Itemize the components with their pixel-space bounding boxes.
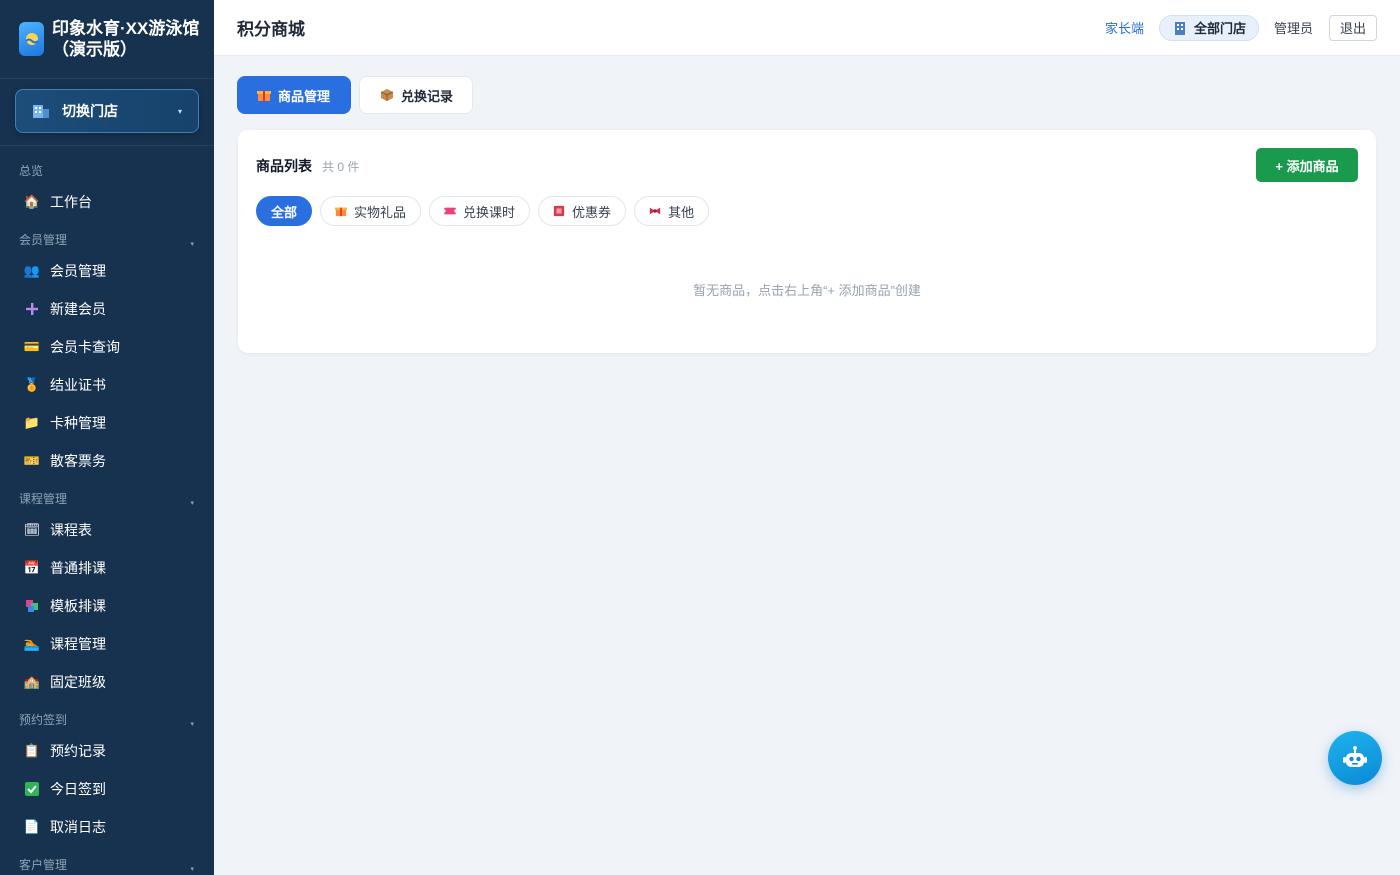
gift-icon [335, 205, 348, 217]
filter-coupons[interactable]: 优惠券 [538, 196, 627, 226]
sidebar-item-timetable[interactable]: 🗓 课程表 [0, 511, 214, 549]
check-icon [24, 781, 40, 797]
tab-redemptions[interactable]: 兑换记录 [359, 76, 473, 114]
product-count: 共 0 件 [322, 160, 360, 174]
building-icon [1174, 21, 1185, 35]
home-icon: 🏠 [23, 194, 41, 209]
ticket-icon: 🎫 [23, 453, 41, 468]
sidebar-nav: 总览 🏠 工作台 会员管理 ▾ 👥 会员管理 新建会员 💳 会员卡查询 🏅 结业证书 📁 卡… [0, 146, 214, 875]
nav-group-members[interactable]: 会员管理 ▾ [0, 221, 214, 252]
chevron-down-icon: ▾ [190, 866, 194, 873]
assistant-bot-button[interactable] [1328, 731, 1382, 785]
sidebar-item-new-member[interactable]: 新建会员 [0, 290, 214, 328]
nav-group-booking[interactable]: 预约签到 ▾ [0, 701, 214, 732]
filter-physical-gifts[interactable]: 实物礼品 [320, 196, 422, 226]
brand-logo-icon [19, 22, 44, 56]
chevron-down-icon: ▾ [177, 106, 182, 116]
sidebar-item-members[interactable]: 👥 会员管理 [0, 252, 214, 290]
coupon-icon [553, 205, 565, 217]
brand-title: 印象水育·XX游泳馆（演示版） [52, 19, 200, 59]
sidebar-item-checkin[interactable]: 今日签到 [0, 770, 214, 808]
medal-icon: 🏅 [23, 377, 41, 392]
plus-icon [24, 301, 40, 317]
nav-group-customers[interactable]: 客户管理 ▾ [0, 846, 214, 875]
members-icon: 👥 [23, 263, 41, 278]
sidebar-item-course-management[interactable]: 🏊 课程管理 [0, 625, 214, 663]
building-icon [33, 105, 49, 118]
user-role: 管理员 [1273, 21, 1313, 36]
store-switch-label: 切换门店 [62, 103, 118, 119]
top-header: 积分商城 家长端 全部门店 管理员 退出 [214, 0, 1400, 56]
sidebar-item-template-scheduling[interactable]: 模板排课 [0, 587, 214, 625]
tab-products[interactable]: 商品管理 [237, 76, 351, 114]
store-switch-button[interactable]: 切换门店 ▾ [15, 89, 199, 133]
chevron-down-icon: ▾ [190, 500, 194, 507]
parent-portal-link[interactable]: 家长端 [1105, 18, 1144, 37]
store-chip-label: 全部门店 [1193, 21, 1246, 36]
template-icon [24, 598, 40, 614]
nav-group-courses[interactable]: 课程管理 ▾ [0, 480, 214, 511]
sidebar-item-card-types[interactable]: 📁 卡种管理 [0, 404, 214, 442]
empty-state-text: 暂无商品，点击右上角“+ 添加商品”创建 [693, 283, 921, 298]
calendar-icon: 🗓 [23, 522, 41, 537]
category-filters: 全部 实物礼品 兑换课时 优惠券 其他 [256, 196, 717, 226]
sidebar-item-tickets[interactable]: 🎫 散客票务 [0, 442, 214, 480]
page-title: 积分商城 [237, 20, 305, 39]
card-title: 商品列表 [256, 158, 312, 174]
logout-button[interactable]: 退出 [1328, 14, 1377, 41]
calendar-grid-icon: 📅 [23, 560, 41, 575]
folder-icon: 📁 [23, 415, 41, 430]
sidebar-item-card-query[interactable]: 💳 会员卡查询 [0, 328, 214, 366]
ticket-icon [442, 205, 458, 217]
package-icon [380, 88, 394, 102]
product-list-card: 商品列表 共 0 件 + 添加商品 全部 实物礼品 兑换课时 优惠券 其他 暂无… [238, 130, 1376, 353]
sidebar-item-dashboard[interactable]: 🏠 工作台 [0, 183, 214, 221]
sidebar-item-fixed-class[interactable]: 🏫 固定班级 [0, 663, 214, 701]
filter-all[interactable]: 全部 [256, 196, 313, 226]
store-filter-chip[interactable]: 全部门店 [1158, 14, 1259, 41]
swim-icon: 🏊 [23, 636, 41, 651]
filter-lesson-hours[interactable]: 兑换课时 [429, 196, 531, 226]
tab-bar: 商品管理 兑换记录 [237, 76, 481, 114]
chevron-down-icon: ▾ [190, 721, 194, 728]
sidebar-item-cancel-log[interactable]: 📄 取消日志 [0, 808, 214, 846]
bow-icon [649, 205, 661, 217]
nav-group-overview: 总览 [19, 164, 44, 178]
robot-icon [1343, 746, 1367, 767]
sidebar-item-certificate[interactable]: 🏅 结业证书 [0, 366, 214, 404]
sidebar-item-bookings[interactable]: 📋 预约记录 [0, 732, 214, 770]
document-icon: 📄 [23, 819, 41, 834]
card-icon: 💳 [23, 339, 41, 354]
chevron-down-icon: ▾ [190, 241, 194, 248]
add-product-button[interactable]: + 添加商品 [1256, 148, 1358, 182]
clipboard-icon: 📋 [23, 743, 41, 758]
sidebar-item-scheduling[interactable]: 📅 普通排课 [0, 549, 214, 587]
filter-others[interactable]: 其他 [634, 196, 710, 226]
school-icon: 🏫 [23, 674, 41, 689]
gift-icon [257, 88, 271, 102]
brand: 印象水育·XX游泳馆（演示版） [0, 0, 214, 79]
sidebar: 印象水育·XX游泳馆（演示版） 切换门店 ▾ 总览 🏠 工作台 会员管理 ▾ 👥 会员… [0, 0, 214, 875]
